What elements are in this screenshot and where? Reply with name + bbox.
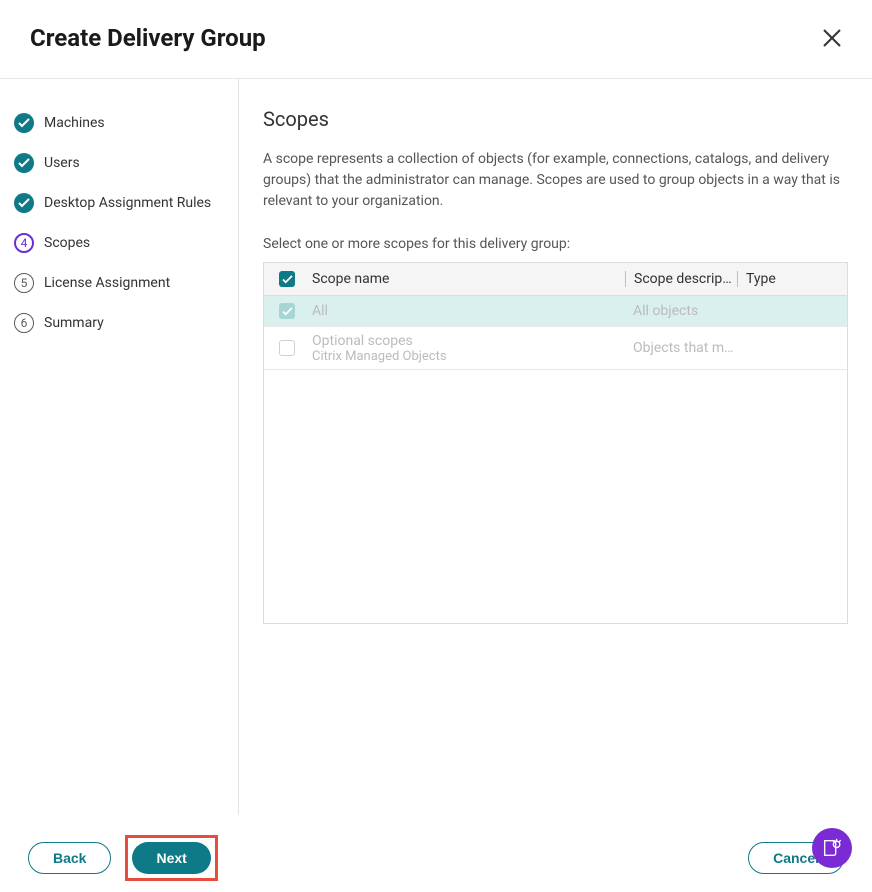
table-row[interactable]: Optional scopes Citrix Managed Objects O…: [264, 327, 847, 370]
col-type[interactable]: Type: [737, 271, 847, 287]
content-heading: Scopes: [263, 107, 848, 131]
checkbox-checked-icon: [279, 303, 295, 319]
check-icon: [14, 193, 34, 213]
table-row[interactable]: All All objects: [264, 296, 847, 327]
next-button-highlight: Next: [125, 835, 217, 881]
step-license-assignment[interactable]: 5 License Assignment: [14, 263, 224, 303]
row-checkbox-cell[interactable]: [264, 340, 310, 356]
step-users[interactable]: Users: [14, 143, 224, 183]
check-icon: [14, 113, 34, 133]
scopes-table: Scope name Scope descrip… Type All All o…: [263, 262, 848, 624]
wizard-sidebar: Machines Users Desktop Assignment Rules …: [0, 79, 239, 815]
step-number-icon: 4: [14, 233, 34, 253]
content-subtext: Select one or more scopes for this deliv…: [263, 236, 848, 252]
step-label: Desktop Assignment Rules: [44, 195, 211, 211]
checkbox-unchecked-icon: [279, 340, 295, 356]
row-sub: Citrix Managed Objects: [312, 349, 625, 364]
step-summary[interactable]: 6 Summary: [14, 303, 224, 343]
help-fab[interactable]: [812, 828, 852, 868]
step-label: Scopes: [44, 235, 90, 251]
step-label: Machines: [44, 115, 105, 131]
table-header: Scope name Scope descrip… Type: [264, 263, 847, 296]
dialog-title: Create Delivery Group: [30, 24, 266, 52]
check-icon: [14, 153, 34, 173]
step-scopes[interactable]: 4 Scopes: [14, 223, 224, 263]
step-label: License Assignment: [44, 275, 170, 291]
step-machines[interactable]: Machines: [14, 103, 224, 143]
step-number-icon: 5: [14, 273, 34, 293]
col-scope-name[interactable]: Scope name: [310, 271, 625, 287]
step-label: Users: [44, 155, 80, 171]
row-name: Optional scopes: [312, 333, 625, 349]
close-icon[interactable]: [822, 28, 842, 48]
dialog-header: Create Delivery Group: [0, 0, 872, 79]
checkbox-checked-icon: [279, 271, 295, 287]
content-description: A scope represents a collection of objec…: [263, 149, 848, 212]
dialog-footer: Back Next Cancel: [0, 824, 872, 892]
back-button[interactable]: Back: [28, 842, 111, 874]
dialog-body: Machines Users Desktop Assignment Rules …: [0, 79, 872, 815]
next-button[interactable]: Next: [132, 842, 210, 874]
row-checkbox-cell[interactable]: [264, 303, 310, 319]
row-name: All: [310, 303, 625, 319]
footer-left: Back Next: [28, 835, 218, 881]
row-description: Objects that m…: [625, 340, 737, 356]
lightbulb-book-icon: [821, 837, 843, 859]
step-label: Summary: [44, 315, 104, 331]
step-desktop-assignment-rules[interactable]: Desktop Assignment Rules: [14, 183, 224, 223]
col-scope-description[interactable]: Scope descrip…: [625, 271, 737, 287]
row-description: All objects: [625, 303, 737, 319]
main-content: Scopes A scope represents a collection o…: [239, 79, 872, 815]
step-number-icon: 6: [14, 313, 34, 333]
select-all-cell[interactable]: [264, 271, 310, 287]
